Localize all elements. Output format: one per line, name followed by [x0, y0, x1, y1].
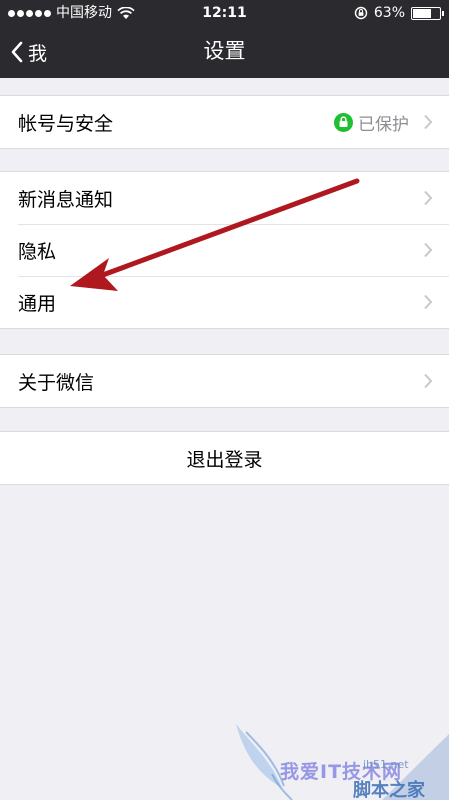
status-right: 63%: [354, 0, 444, 26]
protection-status-text: 已保护: [358, 114, 409, 135]
about-wechat-label: 关于微信: [18, 371, 95, 394]
status-bar: 中国移动 12:11 63%: [0, 0, 449, 26]
settings-item-general[interactable]: 通用: [0, 276, 449, 328]
chevron-right-icon: [424, 242, 433, 258]
battery-percent: 63%: [373, 5, 405, 21]
settings-group: 新消息通知 隐私 通用: [0, 171, 449, 329]
settings-item-label: 隐私: [18, 240, 57, 263]
settings-item-notifications[interactable]: 新消息通知: [0, 172, 449, 224]
logout-group: 退出登录: [0, 431, 449, 485]
account-group: 帐号与安全 已保护: [0, 95, 449, 149]
lock-icon: [334, 112, 353, 132]
page-title: 设置: [203, 39, 246, 63]
account-security-label: 帐号与安全: [18, 112, 114, 135]
settings-item-label: 新消息通知: [18, 188, 114, 211]
settings-item-label: 通用: [18, 292, 57, 315]
battery-icon: [411, 6, 444, 20]
logout-label: 退出登录: [186, 448, 263, 471]
top-bar: 中国移动 12:11 63% 我 设置: [0, 0, 449, 78]
watermark-brand: 脚本之家: [353, 780, 425, 800]
protection-status: 已保护: [334, 96, 409, 148]
chevron-right-icon: [424, 294, 433, 310]
settings-item-privacy[interactable]: 隐私: [0, 224, 449, 276]
chevron-right-icon: [424, 190, 433, 206]
nav-bar: 我 设置: [0, 26, 449, 78]
chevron-right-icon: [424, 373, 433, 389]
about-group: 关于微信: [0, 354, 449, 408]
about-wechat-cell[interactable]: 关于微信: [0, 355, 449, 407]
account-security-cell[interactable]: 帐号与安全 已保护: [0, 96, 449, 148]
watermark-url: jb51.net: [363, 758, 409, 771]
logout-button[interactable]: 退出登录: [0, 432, 449, 484]
battery-fill: [413, 8, 431, 18]
chevron-right-icon: [424, 114, 433, 130]
rotation-lock-icon: [354, 6, 368, 20]
